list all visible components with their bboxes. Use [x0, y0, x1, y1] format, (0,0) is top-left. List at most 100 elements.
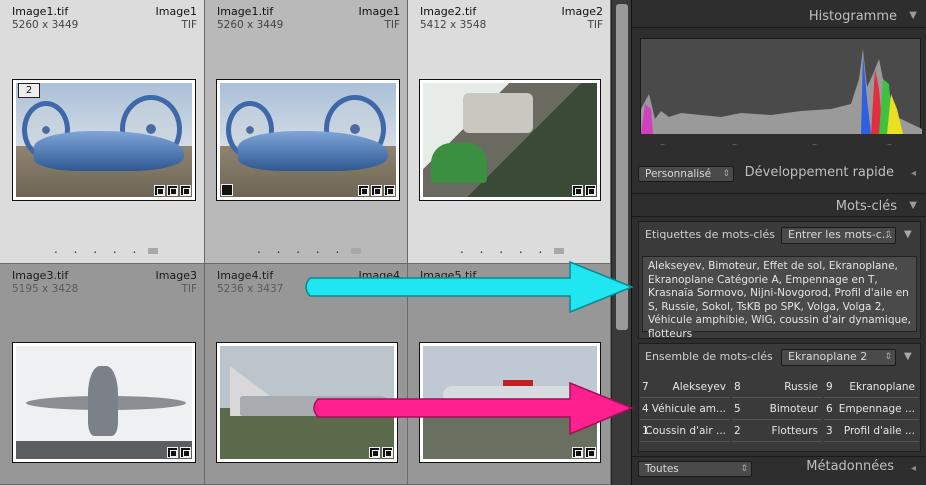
grid-cell-4[interactable]: Image3.tif 5195 x 3428 Image3 TIF	[0, 264, 205, 485]
rating-dots[interactable]: . . . . .	[257, 242, 345, 256]
shortcut-number: 8	[734, 381, 741, 393]
cell-filetype: TIF	[181, 19, 197, 31]
histogram-tick: –	[732, 139, 737, 150]
develop-badge-icon[interactable]	[382, 447, 393, 458]
keyword-label: Bimoteur	[769, 403, 818, 415]
grid-cell-1[interactable]: Image1.tif 5260 x 3449 Image1 TIF 2 . . …	[0, 0, 205, 264]
cell-filename: Image1.tif	[217, 5, 274, 18]
quick-develop-title[interactable]: Développement rapide	[745, 165, 894, 180]
cell-copyname: Image1	[155, 5, 197, 18]
keyword-label: Coussin d'air ...	[645, 425, 726, 437]
cell-filename: Image4.tif	[217, 269, 274, 282]
histogram-graph	[641, 49, 922, 134]
stack-count-badge[interactable]: 2	[18, 83, 40, 98]
develop-badge-icon[interactable]	[180, 185, 191, 196]
collapse-triangle-icon[interactable]: ▼	[909, 10, 917, 21]
magenta-arrow	[313, 381, 634, 436]
thumbnail-image2[interactable]	[419, 79, 601, 201]
cell-dimensions: 5412 x 3548	[420, 19, 487, 31]
grid-cell-2[interactable]: Image1.tif 5260 x 3449 Image1 TIF . . .	[205, 0, 408, 264]
keyword-set-item[interactable]: 8 Russie	[732, 376, 822, 398]
keyword-set-item[interactable]: 6 Empennage ...	[824, 398, 919, 420]
quick-develop-preset-select[interactable]: Personnalisé ⇕	[638, 166, 734, 182]
keyword-set-item[interactable]: 4 Véhicule am...	[640, 398, 730, 420]
develop-badge-icon[interactable]	[585, 447, 596, 458]
keyword-set-item[interactable]: 2 Flotteurs	[732, 420, 822, 442]
keyword-set-select[interactable]: Ekranoplane 2 ⇕	[781, 349, 896, 366]
keyword-badge-icon[interactable]	[358, 185, 369, 196]
keyword-set-item[interactable]: 5 Bimoteur	[732, 398, 822, 420]
keyword-badge-icon[interactable]	[572, 185, 583, 196]
metadata-preset-select[interactable]: Toutes ⇕	[638, 461, 752, 477]
develop-badge-icon[interactable]	[180, 447, 191, 458]
keyword-label: Russie	[784, 381, 818, 393]
cell-copyname: Image1	[358, 5, 400, 18]
cell-copyname: Image3	[155, 269, 197, 282]
develop-badge-icon[interactable]	[585, 185, 596, 196]
keyword-set-item[interactable]: 1 Coussin d'air ...	[640, 420, 730, 442]
cell-filetype: TIF	[181, 283, 197, 295]
keyword-label: Empennage ...	[838, 403, 915, 415]
histogram-tick: –	[812, 139, 817, 150]
stack-flag-icon[interactable]	[221, 184, 233, 196]
panel-grip-icon[interactable]: ◂	[911, 168, 916, 179]
shortcut-number: 5	[734, 403, 741, 415]
right-panel: Histogramme ▼ – – – – Personnalisé ⇕ Dév…	[631, 0, 926, 485]
rating-dots[interactable]: . . . . .	[54, 242, 142, 256]
keyword-tags-mode-select[interactable]: Entrer les mots-c... ⇕	[781, 227, 896, 244]
cell-dimensions: 5260 x 3449	[12, 19, 79, 31]
keywords-title: Mots-clés	[835, 199, 897, 214]
histogram-tick: –	[660, 139, 665, 150]
color-label-box[interactable]	[351, 248, 361, 254]
thumbnail-image1-copy[interactable]	[216, 79, 400, 201]
keyword-set-item[interactable]: 3 Profil d'aile ...	[824, 420, 919, 442]
shortcut-number: 2	[734, 425, 741, 437]
histogram-header[interactable]: Histogramme ▼	[632, 4, 926, 28]
thumbnail-image1[interactable]: 2	[12, 79, 196, 201]
shortcut-number: 4	[642, 403, 649, 415]
grid-cell-3[interactable]: Image2.tif 5412 x 3548 Image2 TIF . . . …	[408, 0, 611, 264]
cell-dimensions: 5260 x 3449	[217, 19, 284, 31]
cell-filetype: TIF	[384, 19, 400, 31]
select-value: Toutes	[645, 463, 679, 475]
shortcut-number: 6	[826, 403, 833, 415]
lightroom-window: Image1.tif 5260 x 3449 Image1 TIF 2 . . …	[0, 0, 926, 485]
panel-grip-icon[interactable]: ◂	[911, 463, 916, 474]
keyword-set-item[interactable]: 9 Ekranoplane	[824, 376, 919, 398]
histogram-tick: –	[887, 139, 892, 150]
collapse-triangle-icon[interactable]: ▼	[904, 351, 912, 362]
crop-badge-icon[interactable]	[371, 185, 382, 196]
color-label-box[interactable]	[554, 248, 564, 254]
cell-filename: Image2.tif	[420, 5, 477, 18]
cell-dimensions: 5195 x 3428	[12, 283, 79, 295]
cell-filename: Image3.tif	[12, 269, 69, 282]
thumbnail-badges	[167, 447, 191, 458]
metadata-title[interactable]: Métadonnées	[806, 459, 894, 474]
rating-dots[interactable]: . . . . .	[460, 242, 548, 256]
crop-badge-icon[interactable]	[572, 447, 583, 458]
crop-badge-icon[interactable]	[167, 185, 178, 196]
collapse-triangle-icon[interactable]: ▼	[904, 229, 912, 240]
develop-badge-icon[interactable]	[384, 185, 395, 196]
keyword-label: Alekseyev	[672, 381, 726, 393]
color-label-box[interactable]	[148, 248, 158, 254]
keyword-set-item[interactable]: 7 Alekseyev	[640, 376, 730, 398]
updown-icon: ⇕	[884, 230, 892, 240]
updown-icon: ⇕	[722, 169, 730, 179]
collapse-triangle-icon[interactable]: ▼	[909, 200, 917, 211]
keyword-text-area[interactable]: Alekseyev, Bimoteur, Effet de sol, Ekran…	[642, 256, 917, 340]
shortcut-number: 7	[642, 381, 649, 393]
crop-badge-icon[interactable]	[167, 447, 178, 458]
keyword-set-label: Ensemble de mots-clés	[645, 350, 773, 363]
cell-filetype: TIF	[587, 19, 603, 31]
updown-icon: ⇕	[740, 464, 748, 474]
crop-badge-icon[interactable]	[369, 447, 380, 458]
thumbnail-badges	[369, 447, 393, 458]
thumbnail-badges	[154, 185, 191, 196]
thumbnail-badges	[572, 185, 596, 196]
histogram[interactable]	[640, 38, 922, 134]
thumbnail-image3[interactable]	[12, 342, 196, 463]
keyword-label: Profil d'aile ...	[843, 425, 915, 437]
keywords-header[interactable]: Mots-clés ▼	[632, 193, 926, 217]
keyword-badge-icon[interactable]	[154, 185, 165, 196]
